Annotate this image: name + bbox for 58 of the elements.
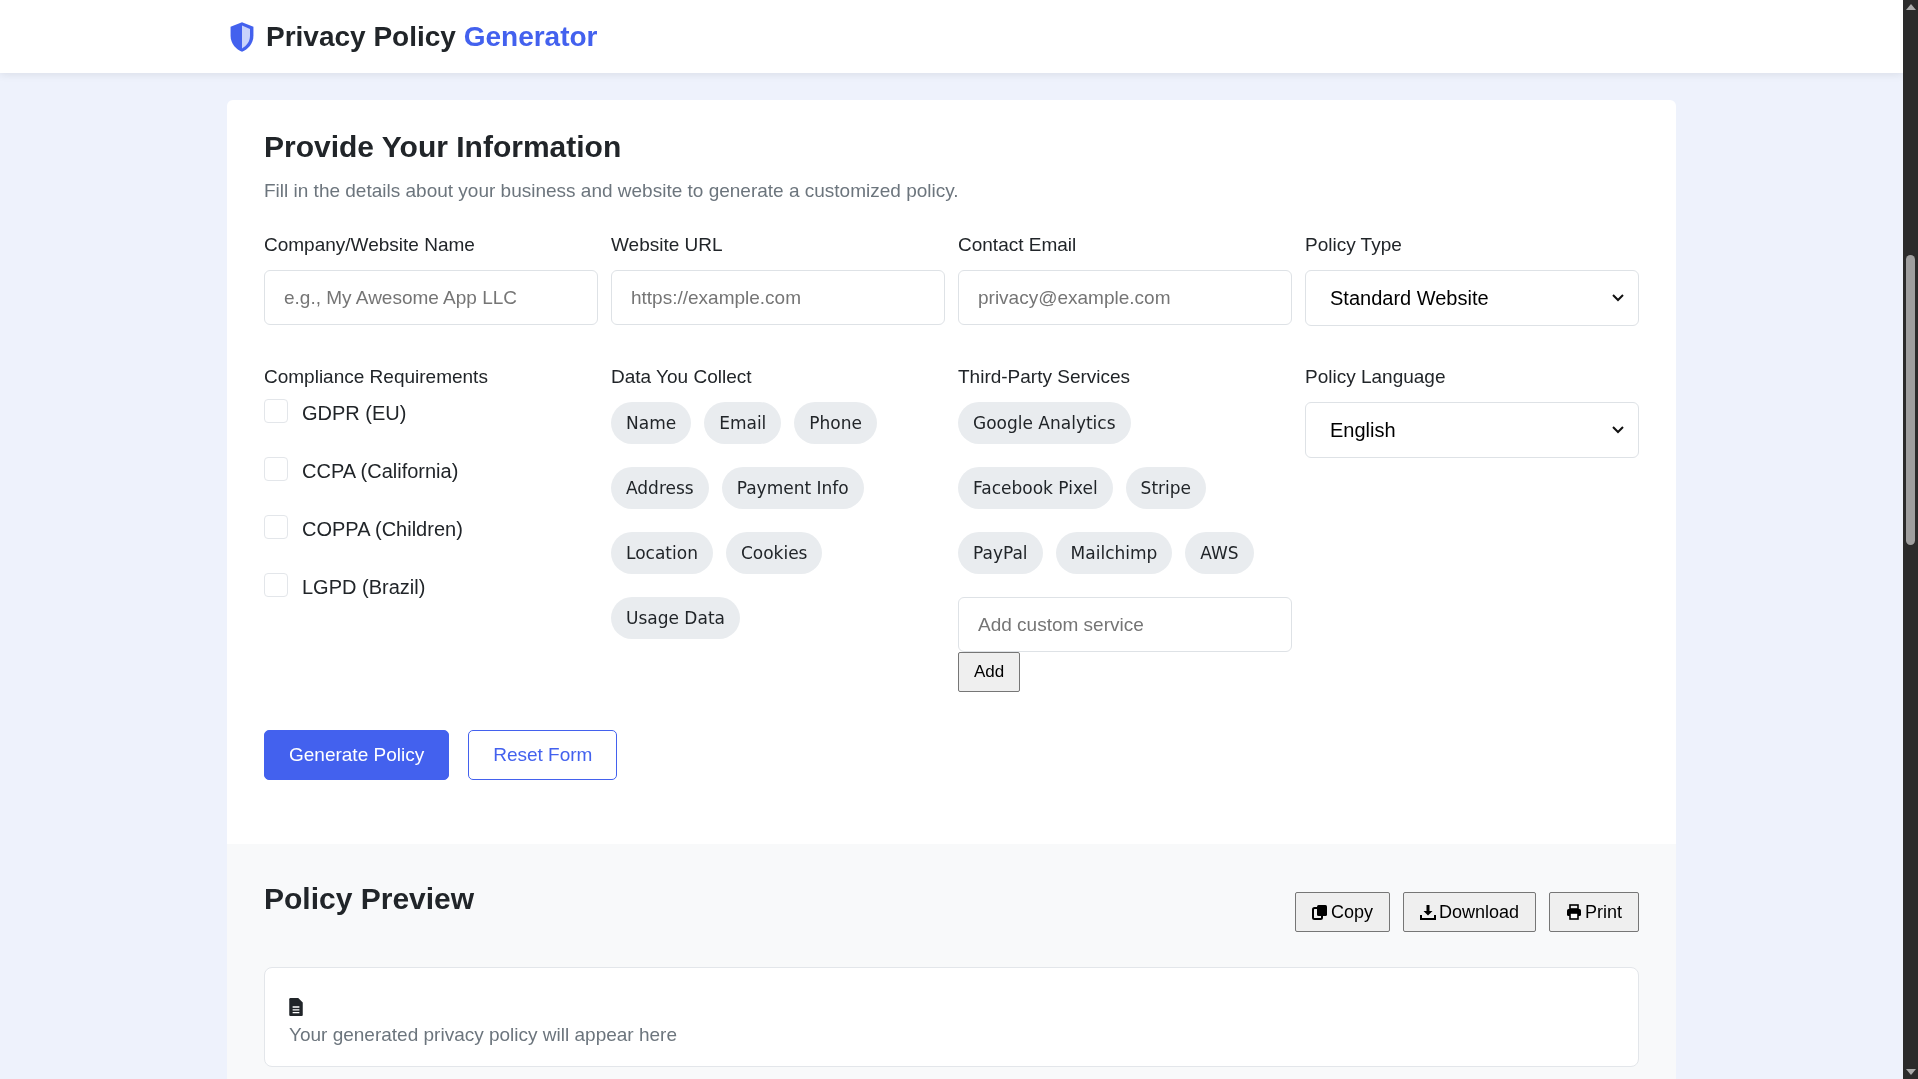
tag-chip[interactable]: Location bbox=[611, 532, 713, 574]
checkbox-label: CCPA (California) bbox=[302, 460, 459, 483]
tag-chip[interactable]: Mailchimp bbox=[1055, 532, 1173, 574]
field-label: Compliance Requirements bbox=[264, 366, 488, 388]
tag-chip[interactable]: AWS bbox=[1185, 532, 1254, 574]
tag-chip[interactable]: Address bbox=[611, 467, 709, 509]
field-label: Third-Party Services bbox=[958, 366, 1131, 388]
field-label: Policy Type bbox=[1305, 234, 1402, 256]
printer-icon bbox=[1566, 904, 1582, 920]
download-icon bbox=[1419, 904, 1436, 920]
tag-chip[interactable]: PayPal bbox=[958, 532, 1043, 574]
text-field[interactable]: privacy@example.com bbox=[958, 270, 1292, 325]
tag-chip[interactable]: Cookies bbox=[725, 532, 823, 574]
generate-button[interactable]: Generate Policy bbox=[264, 730, 450, 780]
tag-chip[interactable]: Phone bbox=[794, 402, 877, 444]
download-button[interactable]: Download bbox=[1402, 892, 1536, 932]
app-title: Privacy Policy Generator bbox=[266, 20, 598, 53]
tag-chip[interactable]: Email bbox=[704, 402, 782, 444]
section-subtitle: Fill in the details about your business and website to generate a customized policy. bbox=[264, 180, 960, 202]
scrollbar-thumb[interactable] bbox=[1906, 255, 1915, 545]
field-label: Contact Email bbox=[958, 234, 1077, 256]
chevron-icon bbox=[1612, 294, 1624, 302]
field-label: Company/Website Name bbox=[264, 234, 475, 256]
select-field[interactable]: Standard Website bbox=[1305, 270, 1639, 326]
shield-icon bbox=[228, 20, 256, 53]
field-label: Policy Language bbox=[1305, 366, 1446, 388]
text-field[interactable]: e.g., My Awesome App LLC bbox=[264, 270, 598, 325]
field-label: Website URL bbox=[611, 234, 723, 256]
checkbox[interactable] bbox=[264, 456, 288, 481]
checkbox-label: GDPR (EU) bbox=[302, 402, 407, 425]
reset-button[interactable]: Reset Form bbox=[468, 730, 618, 780]
chevron-icon bbox=[1612, 426, 1624, 434]
field-label: Data You Collect bbox=[611, 366, 752, 388]
text-field[interactable]: https://example.com bbox=[611, 270, 945, 325]
checkbox[interactable] bbox=[264, 514, 288, 539]
tag-chip[interactable]: Facebook Pixel bbox=[958, 467, 1113, 509]
section-title: Provide Your Information bbox=[264, 130, 623, 164]
empty-message: Your generated privacy policy will appear here bbox=[289, 1024, 678, 1046]
tag-chip[interactable]: Payment Info bbox=[721, 467, 864, 509]
scroll-up-icon[interactable] bbox=[1905, 4, 1916, 10]
scroll-down-icon[interactable] bbox=[1905, 1069, 1916, 1075]
tag-chip[interactable]: Google Analytics bbox=[958, 402, 1131, 444]
checkbox[interactable] bbox=[264, 572, 288, 597]
checkbox-label: LGPD (Brazil) bbox=[302, 576, 426, 599]
scrollbar[interactable] bbox=[1903, 0, 1918, 1079]
add-button[interactable]: Add bbox=[958, 652, 1021, 692]
tag-chip[interactable]: Usage Data bbox=[611, 597, 740, 639]
select-field[interactable]: English bbox=[1305, 402, 1639, 458]
section-title: Policy Preview bbox=[264, 882, 475, 916]
tag-chip[interactable]: Name bbox=[611, 402, 692, 444]
copy-button[interactable]: Copy bbox=[1294, 892, 1390, 932]
copy-icon bbox=[1311, 904, 1328, 920]
checkbox-label: COPPA (Children) bbox=[302, 518, 463, 541]
document-icon bbox=[289, 998, 303, 1016]
custom-service-field[interactable]: Add custom service bbox=[958, 597, 1292, 652]
print-button[interactable]: Print bbox=[1549, 892, 1639, 932]
checkbox[interactable] bbox=[264, 398, 288, 423]
tag-chip[interactable]: Stripe bbox=[1125, 467, 1207, 509]
